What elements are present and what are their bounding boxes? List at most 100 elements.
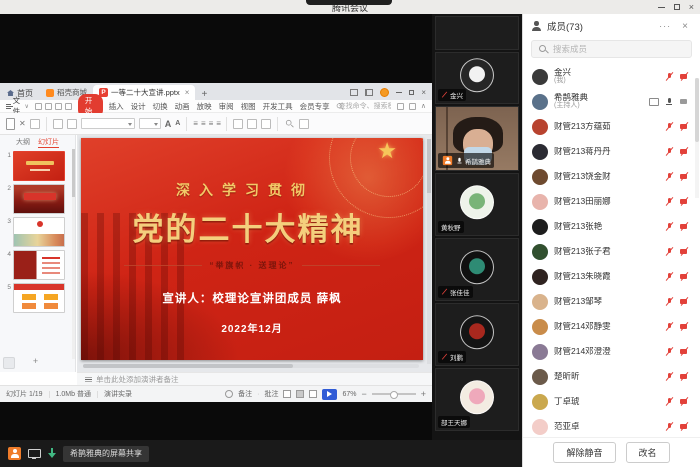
member-search-box[interactable] [531, 40, 692, 58]
video-tile[interactable]: 刘鹏 [435, 303, 519, 366]
member-row[interactable]: 财管213饶金财 [523, 164, 700, 189]
ribbon-tab[interactable]: 插入 [109, 101, 124, 112]
print-icon[interactable] [45, 103, 52, 110]
minimize-icon[interactable] [658, 7, 665, 8]
camera-off-icon[interactable] [679, 72, 690, 82]
save-icon[interactable] [35, 103, 42, 110]
select-icon[interactable] [299, 119, 309, 129]
redo-icon[interactable] [65, 103, 72, 110]
video-tile-partial[interactable] [435, 16, 519, 50]
member-row[interactable]: 财管213张艳 [523, 214, 700, 239]
layout-icon[interactable] [350, 89, 358, 96]
download-arrow-icon[interactable] [47, 448, 57, 460]
bullet-list-icon[interactable]: ≡ [209, 119, 213, 128]
member-row[interactable]: 财管213方蕴茹 [523, 114, 700, 139]
member-row[interactable]: 财管214邓静雯 [523, 314, 700, 339]
camera-off-icon[interactable] [679, 222, 690, 232]
mic-muted-icon[interactable] [664, 372, 674, 382]
notes-toggle[interactable]: 备注 [238, 389, 252, 399]
mic-muted-icon[interactable] [664, 422, 674, 432]
speaker-notes-bar[interactable]: 单击此处添加演讲者备注 [77, 372, 432, 385]
reading-view-icon[interactable] [309, 390, 317, 398]
mic-muted-icon[interactable] [664, 297, 674, 307]
wps-account-avatar[interactable] [380, 88, 389, 97]
vertical-scrollbar[interactable] [427, 139, 431, 364]
mic-muted-icon[interactable] [664, 272, 674, 282]
camera-off-icon[interactable] [679, 347, 690, 357]
mic-muted-icon[interactable] [664, 147, 674, 157]
ribbon-tab[interactable]: 会员专享 [300, 101, 330, 112]
camera-off-icon[interactable] [679, 147, 690, 157]
mic-muted-icon[interactable] [664, 247, 674, 257]
align-left-icon[interactable]: ≡ [193, 119, 197, 128]
line-spacing-icon[interactable]: ≡ [216, 119, 220, 128]
rename-button[interactable]: 改名 [626, 442, 670, 463]
meeting-controls-pill[interactable] [306, 0, 392, 5]
shape-icon[interactable] [233, 119, 243, 129]
mic-muted-icon[interactable] [664, 322, 674, 332]
ribbon-tab[interactable]: 动画 [175, 101, 190, 112]
mic-muted-icon[interactable] [664, 72, 674, 82]
format-painter-icon[interactable] [30, 119, 40, 129]
member-row[interactable]: 希鹊雅典 (主持人) [523, 89, 700, 114]
slide-thumbnail-4[interactable]: 4 [4, 250, 73, 280]
outline-tab[interactable]: 大纲 [16, 137, 30, 148]
member-row[interactable]: 财管213朱晓霞 [523, 264, 700, 289]
smart-mode-icon[interactable] [225, 390, 233, 398]
mic-muted-icon[interactable] [664, 222, 674, 232]
video-tile[interactable]: 金兴 [435, 52, 519, 104]
member-row[interactable]: 金兴 (我) [523, 64, 700, 89]
camera-off-icon[interactable] [679, 172, 690, 182]
font-size-select[interactable] [139, 118, 161, 129]
align-center-icon[interactable]: ≡ [201, 119, 205, 128]
close-tab-icon[interactable]: × [185, 88, 190, 97]
camera-off-icon[interactable] [679, 422, 690, 432]
new-tab-button[interactable]: + [195, 89, 213, 100]
split-view-icon[interactable] [365, 89, 373, 96]
member-row[interactable]: 财管213张子君 [523, 239, 700, 264]
camera-off-icon[interactable] [679, 197, 690, 207]
ribbon-tab[interactable]: 放映 [197, 101, 212, 112]
zoom-in-icon[interactable]: + [421, 389, 426, 399]
member-row[interactable]: 财管213邹琴 [523, 289, 700, 314]
zoom-out-icon[interactable]: − [361, 389, 366, 399]
more-options-icon[interactable]: ··· [659, 21, 671, 31]
mic-muted-icon[interactable] [664, 172, 674, 182]
panel-view-toggle[interactable] [3, 357, 15, 369]
slides-panel-scrollbar[interactable] [72, 149, 75, 359]
panel-close-icon[interactable]: × [682, 21, 688, 32]
member-row[interactable]: 丁卓琥 [523, 389, 700, 414]
video-tile[interactable]: 部王天娜 [435, 368, 519, 431]
increase-font-icon[interactable]: A [165, 119, 172, 129]
camera-off-icon[interactable] [679, 397, 690, 407]
new-slide-icon[interactable] [53, 119, 63, 129]
camera-off-icon[interactable] [679, 372, 690, 382]
fill-color-icon[interactable] [261, 119, 271, 129]
zoom-slider[interactable] [372, 393, 416, 395]
mic-muted-icon[interactable] [664, 122, 674, 132]
mic-muted-icon[interactable] [664, 397, 674, 407]
font-select[interactable] [81, 118, 135, 129]
camera-off-icon[interactable] [679, 297, 690, 307]
slide-layout-icon[interactable] [67, 119, 77, 129]
normal-view-icon[interactable] [283, 390, 291, 398]
command-search[interactable]: 查找命令、搜索模板 [336, 101, 391, 112]
video-tile[interactable]: 张佳佳 [435, 238, 519, 301]
mic-muted-icon[interactable] [664, 347, 674, 357]
camera-off-icon[interactable] [679, 322, 690, 332]
camera-off-icon[interactable] [679, 247, 690, 257]
comments-toggle[interactable]: 批注 [264, 389, 278, 399]
share-icon[interactable] [409, 103, 416, 110]
find-icon[interactable] [285, 119, 294, 128]
ribbon-tab[interactable]: 开发工具 [263, 101, 293, 112]
status-item[interactable]: 1.0Mb 普通 [49, 391, 97, 398]
slide-thumbnail-2[interactable]: 2 [4, 184, 73, 214]
cut-icon[interactable]: ✕ [19, 119, 26, 128]
unmute-button[interactable]: 解除静音 [553, 442, 615, 463]
play-slideshow-button[interactable] [322, 389, 337, 400]
arrange-icon[interactable] [247, 119, 257, 129]
camera-off-icon[interactable] [679, 122, 690, 132]
video-tile[interactable]: 黄秋野 [435, 173, 519, 236]
member-row[interactable]: 财管214邓澄澄 [523, 339, 700, 364]
member-row[interactable]: 范亚卓 [523, 414, 700, 437]
